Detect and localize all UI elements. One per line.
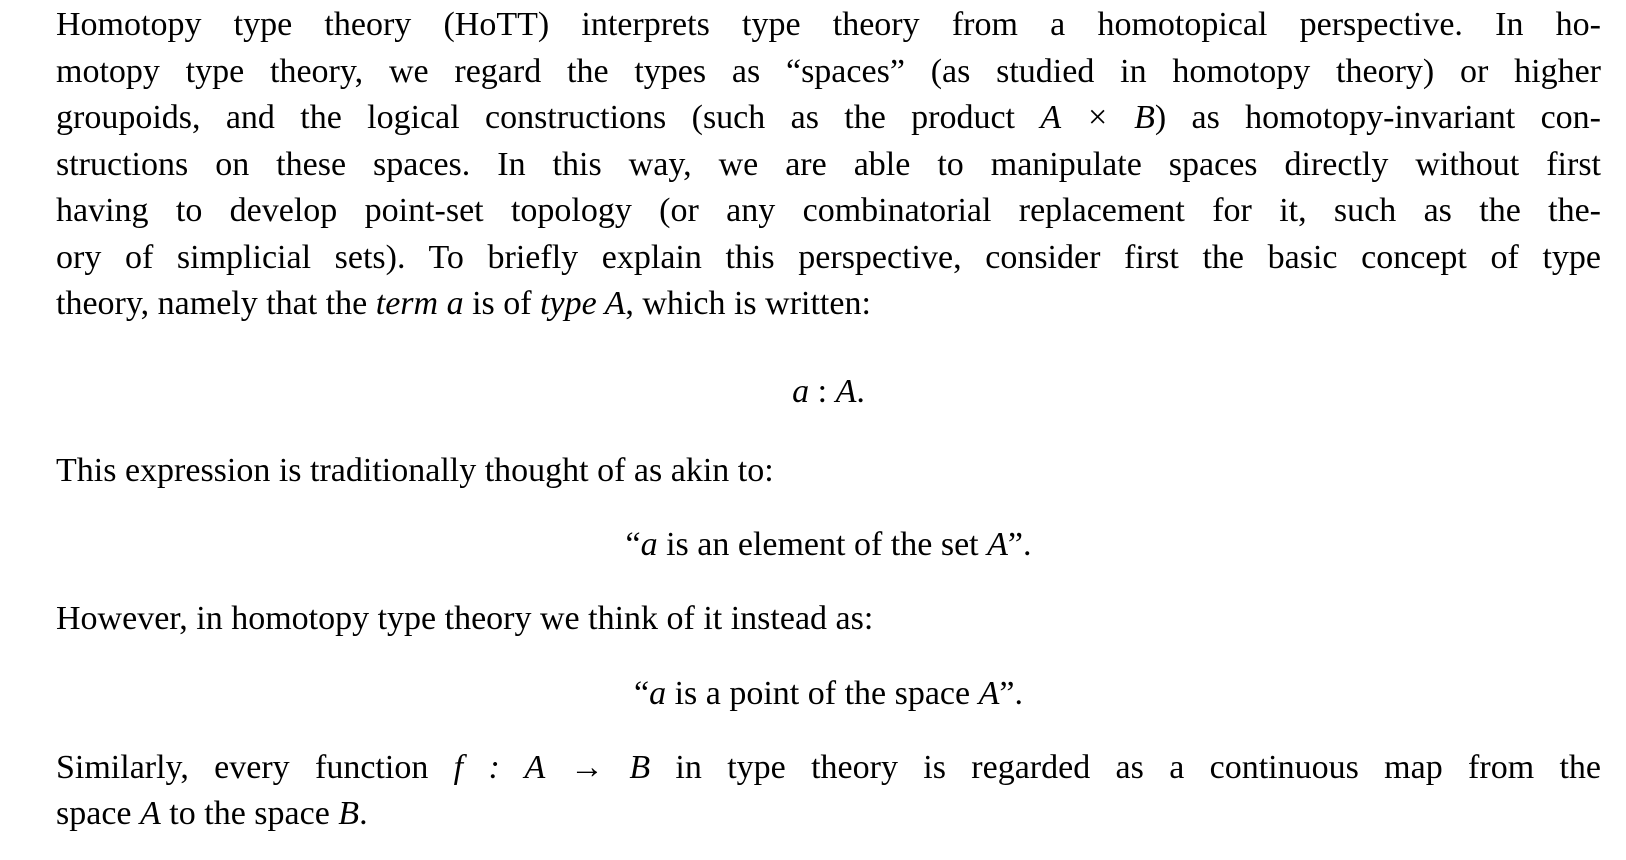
written-tail: , which is written:	[625, 285, 871, 322]
space-point-symbol: a	[649, 674, 667, 712]
space-interpretation-display: “a is a point of the space A”.	[56, 671, 1601, 717]
type-variable: A	[596, 285, 626, 322]
set-middle-text: is an element of the set	[657, 526, 988, 563]
intro-line-1: Homotopy type theory (HoTT) interprets t…	[56, 6, 1601, 43]
traditional-paragraph: This expression is traditionally thought…	[56, 448, 1601, 495]
function-expression: f : A → B	[453, 748, 651, 786]
function-line-2: space A to the space B.	[56, 791, 1601, 838]
intro-line-7: theory, namely that the term a is of typ…	[56, 281, 1601, 328]
space-symbol: A	[978, 674, 1000, 712]
intro-line-5: having to develop point-set topology (or…	[56, 192, 1601, 229]
however-paragraph: However, in homotopy type theory we thin…	[56, 596, 1601, 643]
set-interpretation-display: “a is an element of the set A”.	[56, 522, 1601, 568]
space-middle-text: is a point of the space	[666, 674, 979, 712]
intro-line-6: ory of simplicial sets). To briefly expl…	[56, 238, 1601, 276]
intro-line-7-start: theory, namely that the	[56, 285, 376, 322]
typing-judgement-display: a : A.	[56, 369, 1601, 415]
colon-symbol: :	[809, 372, 836, 410]
function-line-1: Similarly, every function f : A → B in t…	[56, 745, 1601, 792]
function-paragraph: Similarly, every function f : A → B in t…	[56, 745, 1601, 838]
function-line-2-mid: to the space	[160, 795, 339, 832]
function-line-2-start: space	[56, 795, 141, 832]
set-open-quote: “	[625, 526, 641, 563]
domain-space-symbol: A	[140, 795, 161, 832]
intro-line-3-start: groupoids, and the logical constructions…	[56, 99, 1041, 136]
intro-line-4: structions on these spaces. In this way,…	[56, 145, 1601, 183]
term-symbol: a	[792, 372, 810, 410]
traditional-text: This expression is traditionally thought…	[56, 451, 774, 489]
set-close-quote: ”.	[1007, 526, 1032, 563]
display-period: .	[856, 372, 865, 410]
space-close-quote: ”.	[999, 674, 1023, 712]
set-symbol: A	[987, 526, 1008, 563]
set-element-symbol: a	[640, 526, 658, 563]
intro-line-2: motopy type theory, we regard the types …	[56, 52, 1601, 90]
function-line-1-end: in type theory is regarded as a continuo…	[650, 748, 1602, 786]
however-text: However, in homotopy type theory we thin…	[56, 600, 874, 637]
function-line-2-end: .	[359, 795, 368, 832]
type-symbol: A	[835, 372, 857, 410]
codomain-space-symbol: B	[338, 795, 360, 832]
space-open-quote: “	[634, 674, 650, 712]
function-line-1-start: Similarly, every function	[56, 748, 454, 786]
document-page: Homotopy type theory (HoTT) interprets t…	[56, 0, 1601, 838]
intro-paragraph: Homotopy type theory (HoTT) interprets t…	[56, 0, 1601, 328]
term-emphasis: term a	[375, 285, 464, 322]
intro-line-3-tail: ) as homotopy-invariant con-	[1154, 99, 1601, 136]
is-of-text: is of	[463, 285, 541, 322]
type-emphasis: type	[540, 285, 597, 322]
intro-line-3: groupoids, and the logical constructions…	[56, 95, 1601, 142]
product-expression: A × B	[1040, 99, 1155, 136]
